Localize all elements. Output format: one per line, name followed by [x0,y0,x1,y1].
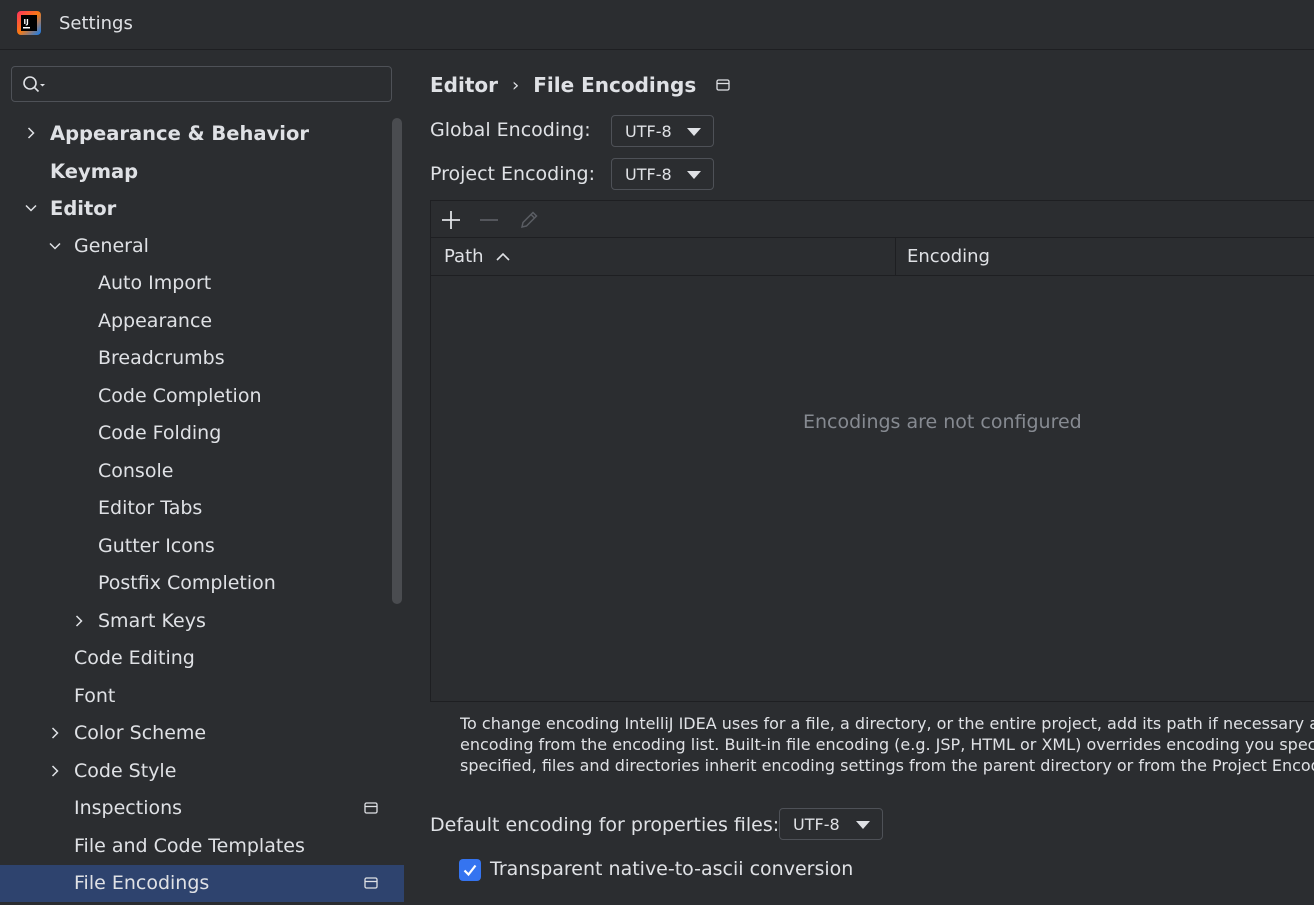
sidebar-item-label: Inspections [74,797,183,819]
sidebar-item-label: Color Scheme [74,722,207,744]
chevron-right-icon[interactable] [48,764,62,778]
breadcrumb-separator: › [512,74,520,96]
sidebar-item-label: Auto Import [98,272,212,294]
sidebar-item-label: File and Code Templates [74,834,305,857]
sidebar-item-label: Code Folding [98,422,222,444]
svg-text:IJ: IJ [24,18,29,26]
project-encoding-dropdown[interactable]: UTF-8 [611,158,714,190]
chevron-right-icon[interactable] [48,726,62,740]
help-text-line: To change encoding IntelliJ IDEA uses fo… [460,714,1314,733]
column-divider[interactable] [895,238,896,276]
sidebar-item-label: Gutter Icons [98,534,215,557]
sidebar-scrollbar-thumb[interactable] [392,118,402,604]
breadcrumb: Editor › File Encodings [430,73,730,97]
sidebar-item-label: Postfix Completion [98,572,276,594]
search-icon[interactable] [22,75,46,95]
sidebar-item-label: Console [98,459,174,482]
sidebar-item-color-scheme[interactable]: Color Scheme [0,715,404,752]
sidebar-item-label: Appearance [98,309,213,332]
chevron-down-icon [687,171,701,179]
breadcrumb-parent[interactable]: Editor [430,73,498,97]
chevron-right-icon[interactable] [72,614,86,628]
sidebar-item-label: Code Completion [98,384,262,407]
sidebar-item-label: Editor [50,197,117,220]
sidebar-item-editor[interactable]: Editor [0,190,404,227]
sidebar-item-keymap[interactable]: Keymap [0,153,404,190]
edit-icon[interactable] [519,210,539,230]
column-header-encoding[interactable]: Encoding [907,246,990,267]
title-bar: IJ Settings [0,0,1314,50]
chevron-down-icon[interactable] [24,201,38,215]
column-path-label: Path [444,246,484,267]
encodings-table: Path Encoding Encodings are not configur… [430,200,1314,702]
sidebar-item-code-folding[interactable]: Code Folding [0,415,404,452]
chevron-down-icon [856,821,870,829]
sidebar-item-label: Appearance & Behavior [50,122,309,145]
sidebar-item-gutter-icons[interactable]: Gutter Icons [0,528,404,565]
sidebar-item-label: Code Style [74,759,177,782]
global-encoding-label: Global Encoding: [430,119,591,141]
sidebar-item-appearance-behavior[interactable]: Appearance & Behavior [0,115,404,152]
checkmark-icon [463,864,477,877]
sidebar-item-code-completion[interactable]: Code Completion [0,378,404,415]
settings-sidebar: Appearance & Behavior Keymap Editor General… [0,51,404,905]
sidebar-item-appearance[interactable]: Appearance [0,303,404,340]
chevron-right-icon[interactable] [24,126,38,140]
settings-content: Editor › File Encodings Global Encoding:… [404,51,1314,905]
project-scope-icon [364,802,378,814]
sidebar-item-label: Code Editing [74,647,195,669]
sidebar-item-postfix-completion[interactable]: Postfix Completion [0,565,404,602]
sidebar-item-file-encodings[interactable]: File Encodings [0,865,404,902]
project-scope-icon [716,79,730,91]
sidebar-item-editor-tabs[interactable]: Editor Tabs [0,490,404,527]
sidebar-item-label: Breadcrumbs [98,347,225,369]
sidebar-item-console[interactable]: Console [0,453,404,490]
sidebar-item-file-and-code-templates[interactable]: File and Code Templates [0,828,404,865]
intellij-logo-icon: IJ [17,11,41,35]
chevron-down-icon[interactable] [48,239,62,253]
sidebar-item-label: Smart Keys [98,609,206,632]
project-scope-icon [364,877,378,889]
sidebar-item-font[interactable]: Font [0,678,404,715]
global-encoding-dropdown[interactable]: UTF-8 [611,115,714,147]
window-title: Settings [59,13,133,34]
project-encoding-label: Project Encoding: [430,163,596,185]
help-text-line: specified, files and directories inherit… [460,756,1314,775]
remove-icon[interactable] [479,210,499,230]
native-to-ascii-label[interactable]: Transparent native-to-ascii conversion [490,858,853,880]
project-encoding-value: UTF-8 [625,165,672,184]
properties-encoding-dropdown[interactable]: UTF-8 [779,808,883,840]
sort-ascending-icon [495,252,510,261]
properties-encoding-value: UTF-8 [793,815,840,834]
global-encoding-value: UTF-8 [625,122,672,141]
column-header-path[interactable]: Path [444,246,510,267]
add-icon[interactable] [441,210,461,230]
table-toolbar [431,201,1314,238]
sidebar-item-auto-import[interactable]: Auto Import [0,265,404,302]
sidebar-item-breadcrumbs[interactable]: Breadcrumbs [0,340,404,377]
native-to-ascii-checkbox[interactable] [459,859,481,881]
sidebar-item-inspections[interactable]: Inspections [0,790,404,827]
search-input[interactable] [50,71,380,97]
sidebar-item-smart-keys[interactable]: Smart Keys [0,603,404,640]
sidebar-item-label: Editor Tabs [98,497,203,519]
chevron-down-icon [687,128,701,136]
sidebar-item-code-editing[interactable]: Code Editing [0,640,404,677]
sidebar-item-label: Keymap [50,159,139,183]
empty-table-message: Encodings are not configured [803,411,1082,433]
sidebar-item-general[interactable]: General [0,228,404,265]
sidebar-item-label: File Encodings [74,872,210,894]
properties-encoding-label: Default encoding for properties files: [430,814,780,836]
help-text-line: encoding from the encoding list. Built-i… [460,735,1314,754]
help-text: To change encoding IntelliJ IDEA uses fo… [460,713,1314,776]
table-header: Path Encoding [431,238,1314,276]
search-box[interactable] [11,66,392,102]
breadcrumb-current: File Encodings [533,73,697,97]
sidebar-item-code-style[interactable]: Code Style [0,753,404,790]
sidebar-item-label: Font [74,684,116,707]
sidebar-item-label: General [74,234,149,257]
